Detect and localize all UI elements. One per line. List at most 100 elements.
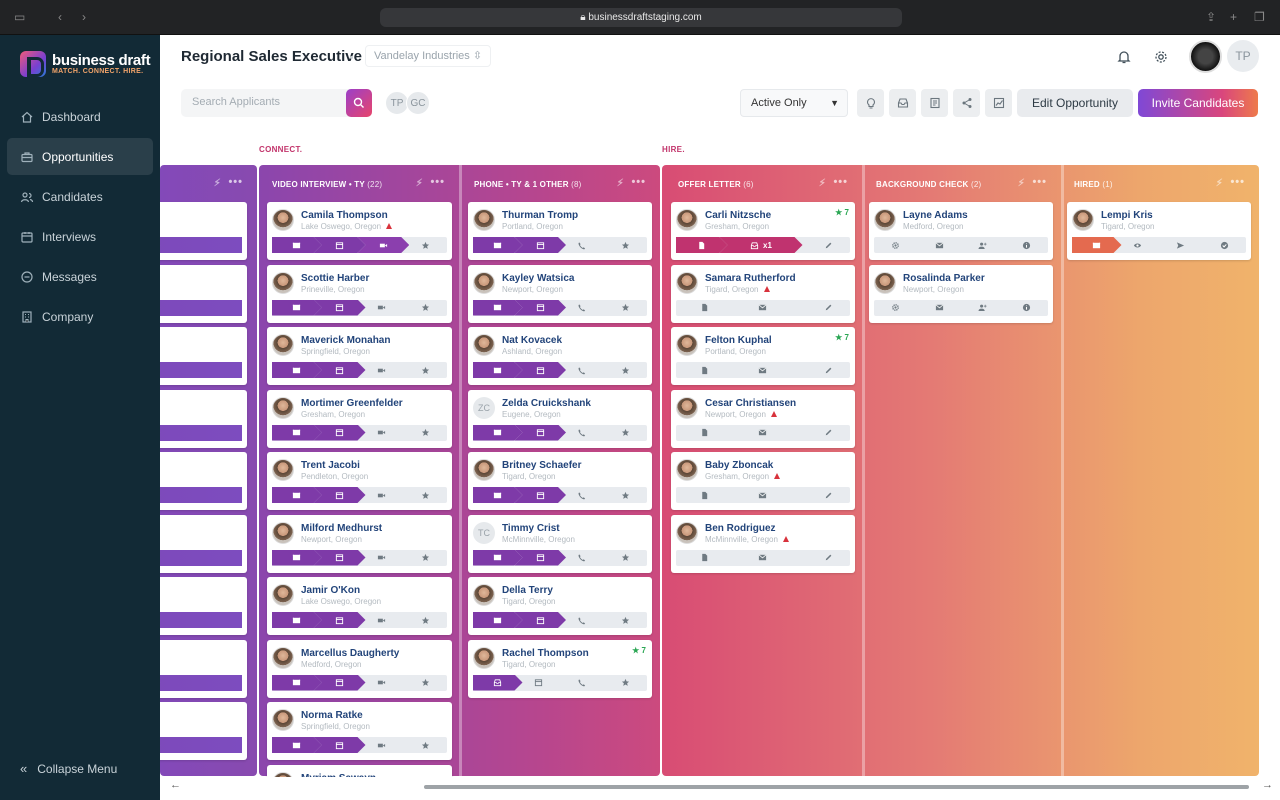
candidate-name[interactable]: Lempi Kris [1101, 210, 1153, 221]
sidebar-item-candidates[interactable]: Candidates [7, 178, 153, 215]
candidate-card[interactable]: Cesar Christiansen Newport, Oregon [671, 389, 855, 448]
sidebar-item-opportunities[interactable]: Opportunities [7, 138, 153, 175]
document-icon[interactable] [676, 237, 728, 253]
email-icon[interactable] [272, 362, 322, 378]
check-icon[interactable] [1203, 237, 1247, 253]
video-icon[interactable] [360, 675, 404, 691]
candidate-card[interactable]: Rachel Thompson Tigard, Oregon ★ 7 [468, 639, 652, 698]
candidate-card[interactable]: Nat Kovacek Ashland, Oregon [468, 327, 652, 385]
lightning-icon[interactable]: ⚡︎ [1018, 178, 1025, 189]
sidebar-item-interviews[interactable]: Interviews [7, 218, 153, 255]
forward-icon[interactable]: › [82, 10, 86, 24]
candidate-card[interactable] [160, 702, 247, 760]
avatar[interactable] [272, 459, 294, 481]
analytics-button[interactable] [985, 89, 1012, 117]
email-icon[interactable] [733, 300, 794, 316]
candidate-name[interactable]: Norma Ratke [301, 710, 363, 721]
avatar[interactable] [272, 209, 294, 231]
email-icon[interactable] [733, 362, 794, 378]
email-icon[interactable] [733, 425, 794, 441]
email-icon[interactable] [1072, 237, 1122, 253]
email-icon[interactable] [272, 487, 322, 503]
avatar[interactable] [874, 271, 896, 294]
view-icon[interactable] [160, 237, 242, 253]
candidate-card[interactable]: Felton Kuphal Portland, Oregon ★ 7 [671, 327, 855, 385]
search-button[interactable] [346, 89, 372, 117]
scroll-left-icon[interactable]: ← [170, 779, 181, 791]
email-icon[interactable] [272, 737, 322, 753]
edit-icon[interactable] [807, 362, 851, 378]
candidate-name[interactable]: Rachel Thompson [502, 648, 589, 659]
more-options-icon[interactable]: ••• [833, 176, 848, 188]
video-icon[interactable] [360, 425, 404, 441]
avatar[interactable] [473, 459, 495, 481]
document-icon[interactable] [676, 425, 733, 441]
avatar[interactable]: ZC [473, 396, 495, 419]
ideas-button[interactable] [857, 89, 884, 117]
avatar[interactable] [272, 709, 294, 731]
avatar[interactable] [676, 396, 698, 419]
lightning-icon[interactable]: ⚡︎ [214, 178, 221, 189]
checklist-button[interactable] [921, 89, 948, 117]
candidate-name[interactable]: Milford Medhurst [301, 523, 382, 534]
candidate-card[interactable]: Scottie Harber Prineville, Oregon [267, 264, 452, 323]
avatar[interactable] [272, 771, 294, 777]
candidate-card[interactable] [160, 514, 247, 573]
user-avatar[interactable]: TP [1227, 40, 1259, 72]
gear-icon[interactable] [1153, 49, 1169, 65]
address-bar[interactable]: 🔒︎ businessdraftstaging.com [380, 8, 902, 27]
email-icon[interactable] [473, 487, 523, 503]
document-icon[interactable] [676, 362, 733, 378]
candidate-name[interactable]: Myriam Sawayn [301, 773, 376, 778]
tabs-overview-icon[interactable]: ❐ [1254, 10, 1265, 24]
invite-candidates-button[interactable]: Invite Candidates [1138, 89, 1258, 117]
logo[interactable]: business draft MATCH. CONNECT. HIRE. [20, 51, 151, 77]
email-icon[interactable] [473, 362, 523, 378]
avatar[interactable] [473, 209, 495, 231]
candidate-name[interactable]: Jamir O'Kon [301, 585, 360, 596]
phone-icon[interactable] [560, 237, 604, 253]
star-icon[interactable] [604, 675, 648, 691]
candidate-name[interactable]: Mortimer Greenfelder [301, 398, 403, 409]
view-icon[interactable] [160, 362, 242, 378]
candidate-name[interactable]: Baby Zboncak [705, 460, 773, 471]
candidate-name[interactable]: Nat Kovacek [502, 335, 562, 346]
lightning-icon[interactable]: ⚡︎ [617, 178, 624, 189]
star-icon[interactable] [604, 362, 648, 378]
avatar[interactable] [676, 459, 698, 481]
email-icon[interactable] [473, 550, 523, 566]
email-icon[interactable] [918, 300, 962, 316]
lightning-icon[interactable]: ⚡︎ [819, 178, 826, 189]
avatar[interactable] [676, 209, 698, 231]
phone-icon[interactable] [560, 425, 604, 441]
document-icon[interactable] [676, 300, 733, 316]
share-button[interactable] [953, 89, 980, 117]
avatar[interactable] [874, 209, 896, 231]
new-tab-icon[interactable]: + [1230, 10, 1237, 24]
document-icon[interactable] [676, 550, 733, 566]
candidate-card[interactable]: Layne Adams Medford, Oregon [869, 202, 1053, 260]
star-icon[interactable] [604, 612, 648, 628]
candidate-card[interactable]: k [160, 452, 247, 510]
share-icon[interactable]: ⇪ [1206, 10, 1216, 24]
candidate-card[interactable]: Myriam Sawayn [267, 764, 452, 778]
document-icon[interactable] [676, 487, 733, 503]
horizontal-scrollbar[interactable] [424, 785, 1249, 789]
star-icon[interactable] [403, 550, 447, 566]
company-avatar[interactable] [1189, 40, 1222, 73]
company-selector[interactable]: Vandelay Industries ⇳ [365, 45, 492, 67]
avatar[interactable] [676, 271, 698, 294]
team-avatar[interactable]: GC [406, 91, 430, 115]
star-icon[interactable] [604, 487, 648, 503]
avatar[interactable] [473, 271, 495, 294]
candidate-card[interactable]: Jamir O'Kon Lake Oswego, Oregon [267, 577, 452, 635]
candidate-card[interactable]: Britney Schaefer Tigard, Oregon [468, 452, 652, 510]
edit-icon[interactable] [807, 487, 851, 503]
email-icon[interactable] [473, 237, 523, 253]
email-icon[interactable] [473, 425, 523, 441]
star-icon[interactable] [403, 237, 447, 253]
phone-icon[interactable] [560, 550, 604, 566]
video-icon[interactable] [360, 300, 404, 316]
candidate-card[interactable]: TC Timmy Crist McMinnville, Oregon [468, 514, 652, 573]
star-icon[interactable] [403, 737, 447, 753]
